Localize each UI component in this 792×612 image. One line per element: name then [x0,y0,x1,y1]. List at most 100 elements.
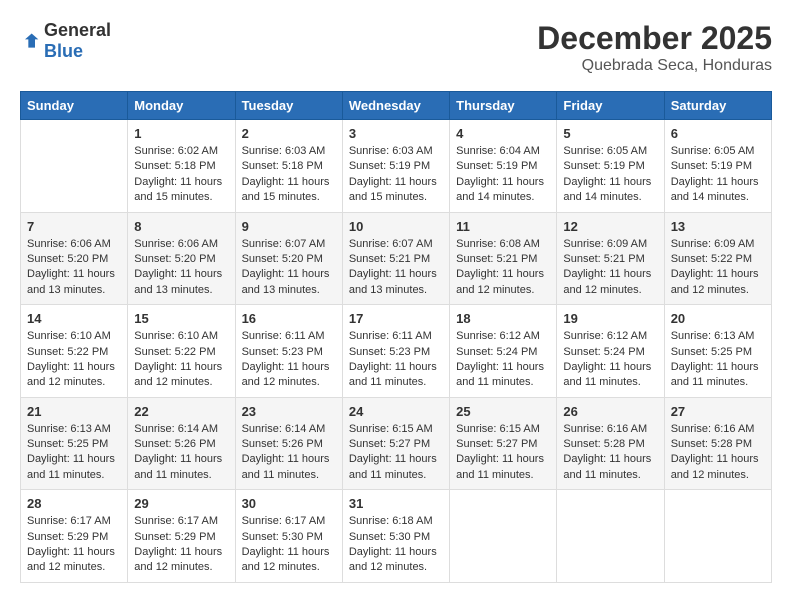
day-info: Sunrise: 6:17 AMSunset: 5:29 PMDaylight:… [27,514,121,576]
day-number: 7 [27,219,121,234]
calendar-cell [21,120,128,213]
day-number: 10 [349,219,443,234]
calendar-cell: 8 Sunrise: 6:06 AMSunset: 5:20 PMDaylight… [128,212,235,305]
day-number: 13 [671,219,765,234]
calendar-cell: 16 Sunrise: 6:11 AMSunset: 5:23 PMDayligh… [235,305,342,398]
day-info: Sunrise: 6:10 AMSunset: 5:22 PMDaylight:… [27,329,121,391]
logo-text: General Blue [44,20,111,62]
day-number: 19 [563,311,657,326]
day-info: Sunrise: 6:04 AMSunset: 5:19 PMDaylight:… [456,144,550,206]
day-number: 30 [242,496,336,511]
day-number: 14 [27,311,121,326]
calendar-week-row: 21 Sunrise: 6:13 AMSunset: 5:25 PMDayligh… [21,397,772,490]
calendar-cell [450,490,557,583]
calendar-cell: 22 Sunrise: 6:14 AMSunset: 5:26 PMDayligh… [128,397,235,490]
calendar-cell: 27 Sunrise: 6:16 AMSunset: 5:28 PMDayligh… [664,397,771,490]
day-number: 27 [671,404,765,419]
day-number: 29 [134,496,228,511]
column-header-saturday: Saturday [664,92,771,120]
calendar-cell: 15 Sunrise: 6:10 AMSunset: 5:22 PMDayligh… [128,305,235,398]
day-info: Sunrise: 6:07 AMSunset: 5:21 PMDaylight:… [349,237,443,299]
day-number: 5 [563,126,657,141]
logo-icon [20,31,40,51]
calendar-cell: 12 Sunrise: 6:09 AMSunset: 5:21 PMDayligh… [557,212,664,305]
day-number: 21 [27,404,121,419]
calendar-cell: 28 Sunrise: 6:17 AMSunset: 5:29 PMDayligh… [21,490,128,583]
calendar-cell: 30 Sunrise: 6:17 AMSunset: 5:30 PMDayligh… [235,490,342,583]
calendar-cell: 20 Sunrise: 6:13 AMSunset: 5:25 PMDayligh… [664,305,771,398]
day-number: 22 [134,404,228,419]
day-info: Sunrise: 6:13 AMSunset: 5:25 PMDaylight:… [671,329,765,391]
day-info: Sunrise: 6:06 AMSunset: 5:20 PMDaylight:… [134,237,228,299]
column-header-tuesday: Tuesday [235,92,342,120]
calendar-cell: 29 Sunrise: 6:17 AMSunset: 5:29 PMDayligh… [128,490,235,583]
calendar-cell: 21 Sunrise: 6:13 AMSunset: 5:25 PMDayligh… [21,397,128,490]
day-info: Sunrise: 6:06 AMSunset: 5:20 PMDaylight:… [27,237,121,299]
day-number: 20 [671,311,765,326]
day-number: 28 [27,496,121,511]
day-number: 3 [349,126,443,141]
calendar-table: SundayMondayTuesdayWednesdayThursdayFrid… [20,91,772,583]
calendar-week-row: 14 Sunrise: 6:10 AMSunset: 5:22 PMDayligh… [21,305,772,398]
calendar-cell: 2Sunrise: 6:03 AMSunset: 5:18 PMDaylight… [235,120,342,213]
calendar-week-row: 28 Sunrise: 6:17 AMSunset: 5:29 PMDayligh… [21,490,772,583]
calendar-cell: 23Sunrise: 6:14 AMSunset: 5:26 PMDayligh… [235,397,342,490]
day-info: Sunrise: 6:11 AMSunset: 5:23 PMDaylight:… [242,329,336,391]
day-number: 17 [349,311,443,326]
column-header-thursday: Thursday [450,92,557,120]
day-number: 8 [134,219,228,234]
day-number: 12 [563,219,657,234]
calendar-cell: 5 Sunrise: 6:05 AMSunset: 5:19 PMDaylight… [557,120,664,213]
calendar-cell: 14 Sunrise: 6:10 AMSunset: 5:22 PMDayligh… [21,305,128,398]
day-number: 4 [456,126,550,141]
day-number: 16 [242,311,336,326]
day-info: Sunrise: 6:17 AMSunset: 5:29 PMDaylight:… [134,514,228,576]
column-header-friday: Friday [557,92,664,120]
day-number: 1 [134,126,228,141]
day-info: Sunrise: 6:12 AMSunset: 5:24 PMDaylight:… [563,329,657,391]
day-info: Sunrise: 6:18 AMSunset: 5:30 PMDaylight:… [349,514,443,576]
calendar-cell: 4 Sunrise: 6:04 AMSunset: 5:19 PMDaylight… [450,120,557,213]
day-info: Sunrise: 6:09 AMSunset: 5:22 PMDaylight:… [671,237,765,299]
day-info: Sunrise: 6:11 AMSunset: 5:23 PMDaylight:… [349,329,443,391]
day-number: 11 [456,219,550,234]
column-header-monday: Monday [128,92,235,120]
day-info: Sunrise: 6:13 AMSunset: 5:25 PMDaylight:… [27,422,121,484]
day-info: Sunrise: 6:15 AMSunset: 5:27 PMDaylight:… [456,422,550,484]
calendar-cell: 1Sunrise: 6:02 AMSunset: 5:18 PMDaylight… [128,120,235,213]
calendar-cell: 3 Sunrise: 6:03 AMSunset: 5:19 PMDaylight… [342,120,449,213]
column-header-sunday: Sunday [21,92,128,120]
day-info: Sunrise: 6:14 AMSunset: 5:26 PMDaylight:… [242,422,336,484]
day-info: Sunrise: 6:07 AMSunset: 5:20 PMDaylight:… [242,237,336,299]
day-number: 25 [456,404,550,419]
day-number: 26 [563,404,657,419]
calendar-week-row: 7 Sunrise: 6:06 AMSunset: 5:20 PMDaylight… [21,212,772,305]
day-info: Sunrise: 6:05 AMSunset: 5:19 PMDaylight:… [563,144,657,206]
calendar-cell: 25 Sunrise: 6:15 AMSunset: 5:27 PMDayligh… [450,397,557,490]
day-info: Sunrise: 6:03 AMSunset: 5:19 PMDaylight:… [349,144,443,206]
calendar-cell: 18Sunrise: 6:12 AMSunset: 5:24 PMDayligh… [450,305,557,398]
calendar-cell [557,490,664,583]
day-number: 31 [349,496,443,511]
calendar-cell: 13 Sunrise: 6:09 AMSunset: 5:22 PMDayligh… [664,212,771,305]
column-header-wednesday: Wednesday [342,92,449,120]
day-info: Sunrise: 6:14 AMSunset: 5:26 PMDaylight:… [134,422,228,484]
calendar-cell [664,490,771,583]
day-info: Sunrise: 6:16 AMSunset: 5:28 PMDaylight:… [563,422,657,484]
day-info: Sunrise: 6:08 AMSunset: 5:21 PMDaylight:… [456,237,550,299]
day-number: 9 [242,219,336,234]
calendar-cell: 24Sunrise: 6:15 AMSunset: 5:27 PMDayligh… [342,397,449,490]
calendar-cell: 19 Sunrise: 6:12 AMSunset: 5:24 PMDayligh… [557,305,664,398]
day-info: Sunrise: 6:17 AMSunset: 5:30 PMDaylight:… [242,514,336,576]
day-info: Sunrise: 6:10 AMSunset: 5:22 PMDaylight:… [134,329,228,391]
day-number: 15 [134,311,228,326]
calendar-cell: 11 Sunrise: 6:08 AMSunset: 5:21 PMDayligh… [450,212,557,305]
calendar-cell: 9 Sunrise: 6:07 AMSunset: 5:20 PMDaylight… [235,212,342,305]
title-block: December 2025 Quebrada Seca, Honduras [537,20,772,75]
day-info: Sunrise: 6:16 AMSunset: 5:28 PMDaylight:… [671,422,765,484]
calendar-header-row: SundayMondayTuesdayWednesdayThursdayFrid… [21,92,772,120]
day-info: Sunrise: 6:03 AMSunset: 5:18 PMDaylight:… [242,144,336,206]
day-info: Sunrise: 6:09 AMSunset: 5:21 PMDaylight:… [563,237,657,299]
calendar-cell: 17 Sunrise: 6:11 AMSunset: 5:23 PMDayligh… [342,305,449,398]
logo: General Blue [20,20,111,62]
